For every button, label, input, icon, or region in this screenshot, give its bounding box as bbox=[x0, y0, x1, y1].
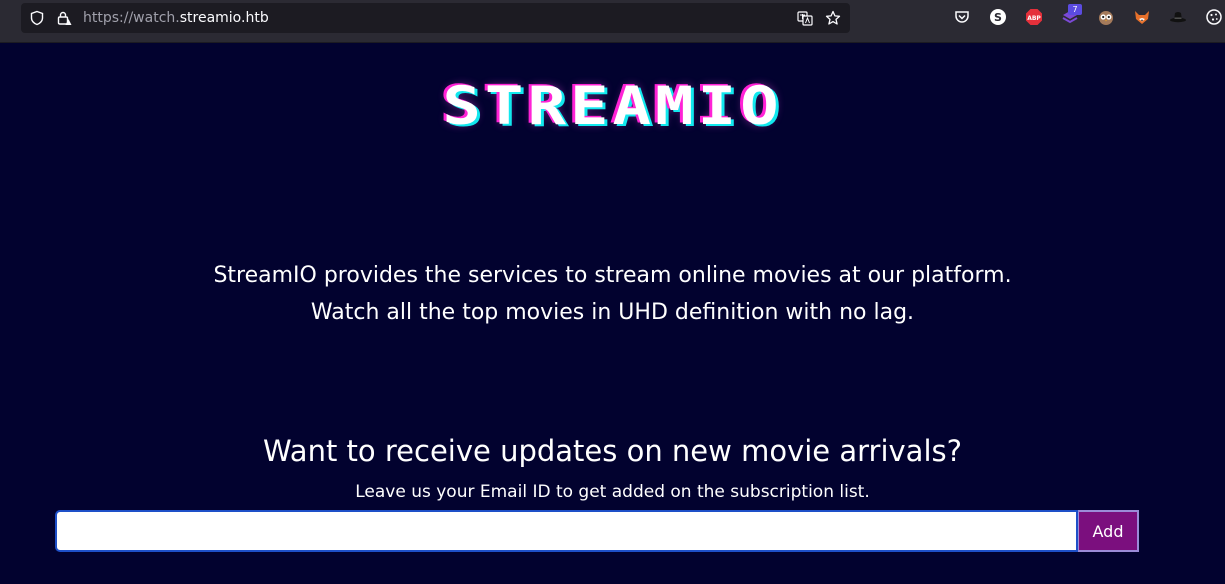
shield-icon[interactable] bbox=[29, 10, 45, 26]
subscribe-subheading: Leave us your Email ID to get added on t… bbox=[355, 482, 870, 502]
intro-text: StreamIO provides the services to stream… bbox=[0, 257, 1225, 331]
intro-line-1: StreamIO provides the services to stream… bbox=[213, 263, 1012, 288]
star-icon[interactable] bbox=[825, 10, 841, 26]
translate-icon[interactable] bbox=[797, 10, 813, 26]
extension-badge-count: 7 bbox=[1068, 4, 1082, 15]
logo-text: STREAMIO bbox=[442, 76, 783, 138]
adblock-plus-icon[interactable]: ABP bbox=[1025, 8, 1043, 26]
address-bar[interactable]: https://watch.streamio.htb bbox=[21, 3, 850, 33]
page-content: STREAMIO StreamIO provides the services … bbox=[0, 44, 1225, 584]
email-input[interactable] bbox=[55, 510, 1078, 552]
fox-extension-icon[interactable] bbox=[1133, 8, 1151, 26]
svg-text:S: S bbox=[994, 11, 1002, 24]
url-text[interactable]: https://watch.streamio.htb bbox=[83, 9, 269, 27]
site-logo: STREAMIO bbox=[0, 72, 1225, 142]
subscribe-heading: Want to receive updates on new movie arr… bbox=[262, 434, 963, 468]
svg-text:ABP: ABP bbox=[1027, 15, 1041, 22]
cookie-icon[interactable] bbox=[1205, 8, 1223, 26]
url-prefix: https://watch. bbox=[83, 10, 180, 26]
pocket-icon[interactable] bbox=[953, 8, 971, 26]
lock-warning-icon[interactable] bbox=[56, 10, 72, 26]
hat-extension-icon[interactable] bbox=[1169, 8, 1187, 26]
s-extension-icon[interactable]: S bbox=[989, 8, 1007, 26]
browser-toolbar: https://watch.streamio.htb S ABP 7 bbox=[0, 0, 1225, 43]
subscribe-form: Add bbox=[55, 510, 1139, 552]
url-host: streamio.htb bbox=[179, 10, 269, 26]
add-button[interactable]: Add bbox=[1078, 510, 1139, 552]
owl-extension-icon[interactable] bbox=[1097, 8, 1115, 26]
intro-line-2: Watch all the top movies in UHD definiti… bbox=[310, 300, 915, 325]
